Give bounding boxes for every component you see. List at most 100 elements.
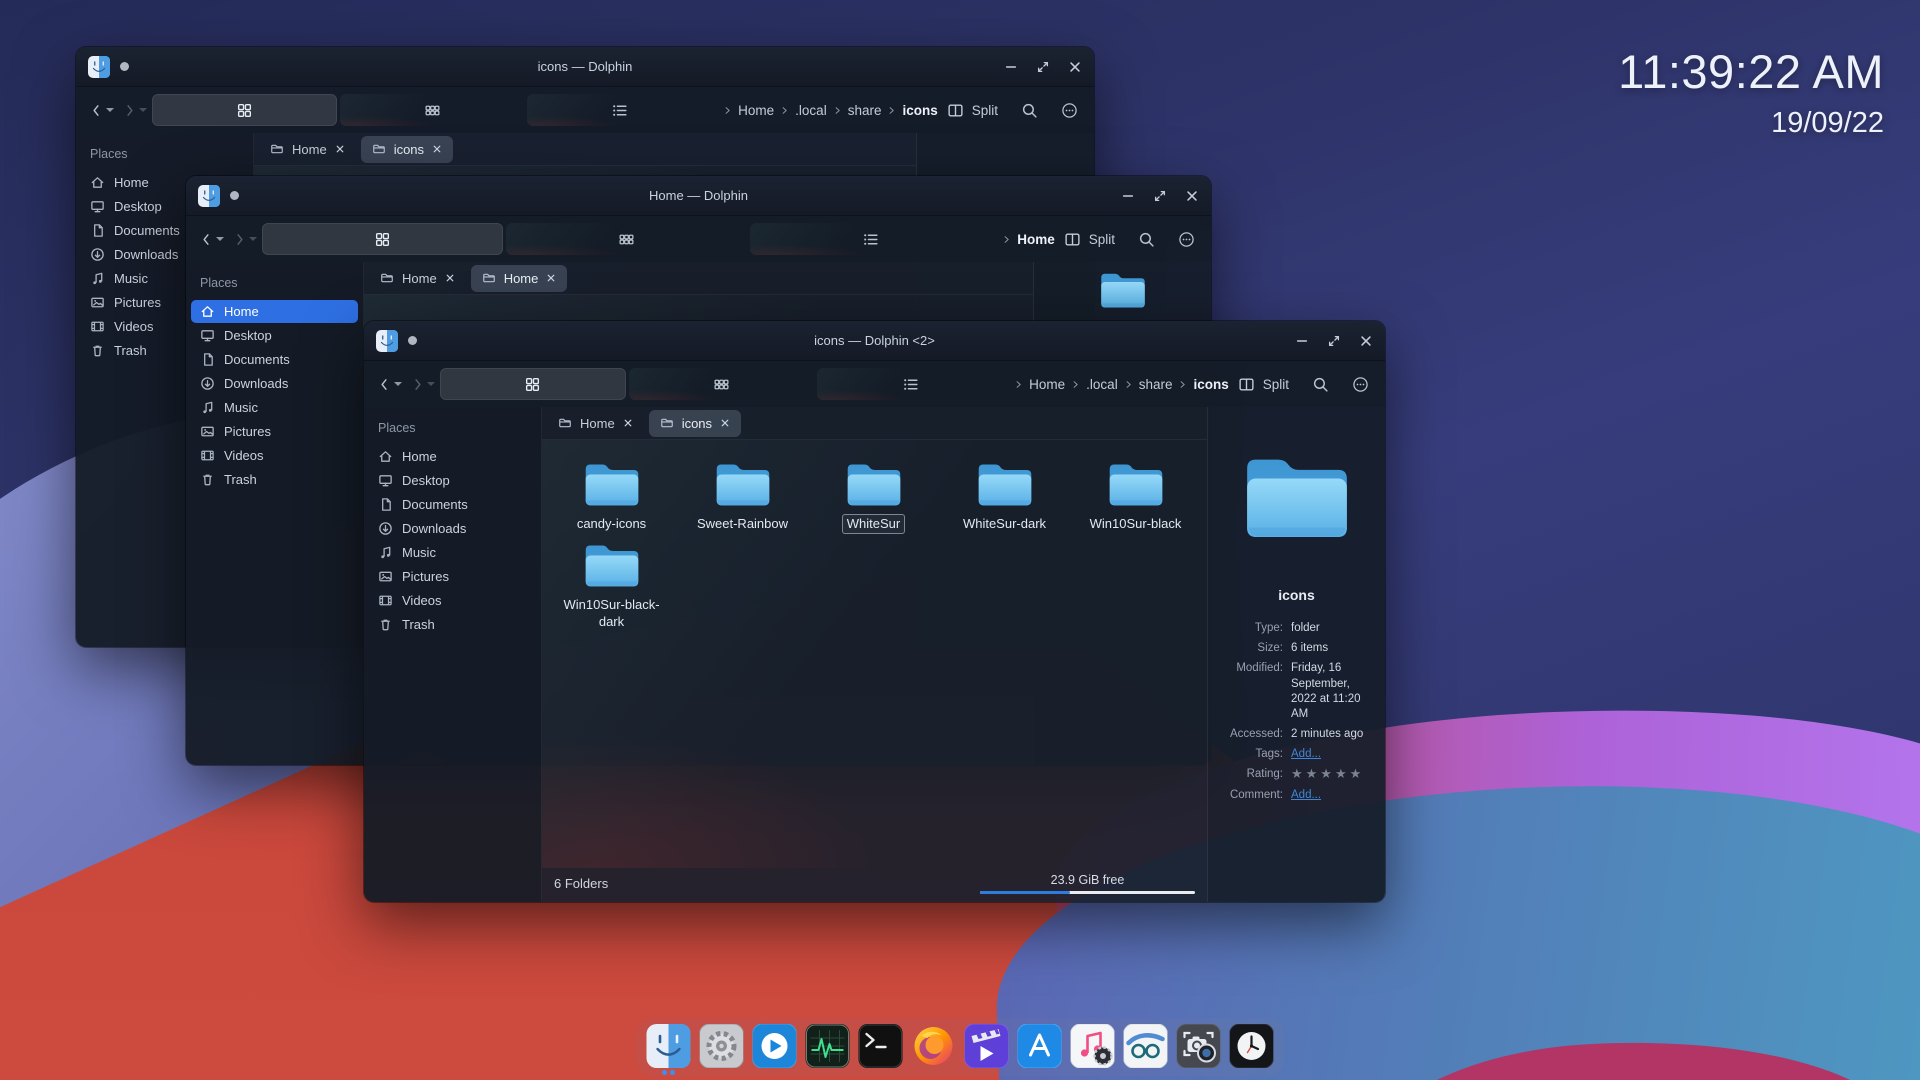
tab-icons[interactable]: icons <box>360 135 454 163</box>
tab-home[interactable]: Home <box>547 410 644 437</box>
dock-app-store-icon[interactable] <box>1017 1024 1062 1068</box>
sidebar-item-music[interactable]: Music <box>369 541 536 564</box>
forward-history-caret[interactable] <box>138 108 147 112</box>
breadcrumb-share[interactable]: share <box>1139 377 1173 392</box>
back-history-caret[interactable] <box>393 382 402 386</box>
tab-close-icon[interactable] <box>546 273 556 283</box>
forward-button[interactable] <box>407 368 437 400</box>
breadcrumb-icons[interactable]: icons <box>1193 377 1228 392</box>
split-button[interactable]: Split <box>1058 223 1121 255</box>
forward-button[interactable] <box>119 94 149 126</box>
icons-view-button[interactable] <box>262 223 504 255</box>
minimize-button[interactable] <box>1004 60 1018 74</box>
dock-system-monitor-icon[interactable] <box>805 1024 850 1068</box>
dock-reader-glasses-app-icon[interactable] <box>1123 1024 1168 1068</box>
minimize-button[interactable] <box>1121 189 1135 203</box>
titlebar[interactable]: icons — Dolphin <box>76 47 1094 87</box>
search-button[interactable] <box>1305 368 1335 400</box>
back-button[interactable] <box>374 368 404 400</box>
dock-media-player-icon[interactable] <box>752 1024 797 1068</box>
hamburger-menu-button[interactable] <box>1345 368 1375 400</box>
breadcrumb-share[interactable]: share <box>848 103 882 118</box>
dock-dolphin-file-manager-icon[interactable] <box>647 1024 691 1075</box>
breadcrumb-local[interactable]: .local <box>1086 377 1118 392</box>
maximize-button[interactable] <box>1153 189 1167 203</box>
sidebar-item-downloads[interactable]: Downloads <box>191 372 358 395</box>
folder-item-candy-icons[interactable]: candy-icons <box>546 460 677 533</box>
tab-icons[interactable]: icons <box>648 409 742 437</box>
dock-video-editor-icon[interactable] <box>964 1024 1009 1068</box>
tab-home[interactable]: Home <box>259 136 356 163</box>
icons-view-button[interactable] <box>152 94 337 126</box>
tab-close-icon[interactable] <box>432 144 442 154</box>
compact-view-button[interactable] <box>339 94 525 126</box>
breadcrumb-home[interactable]: Home <box>738 103 774 118</box>
dock-firefox-icon[interactable] <box>912 1024 956 1068</box>
forward-history-caret[interactable] <box>248 237 257 241</box>
titlebar[interactable]: Home — Dolphin <box>186 176 1211 216</box>
folder-item-whitesur[interactable]: WhiteSur <box>808 460 939 534</box>
tab-close-icon[interactable] <box>720 418 730 428</box>
details-view-button[interactable] <box>750 223 992 255</box>
details-view-button[interactable] <box>527 94 713 126</box>
dock-system-settings-icon[interactable] <box>699 1024 744 1068</box>
dock-screenshot-tool-icon[interactable] <box>1176 1024 1221 1068</box>
back-button[interactable] <box>196 223 226 255</box>
sidebar-item-pictures[interactable]: Pictures <box>369 565 536 588</box>
hamburger-menu-button[interactable] <box>1171 223 1201 255</box>
folder-item-sweet-rainbow[interactable]: Sweet-Rainbow <box>677 460 808 533</box>
back-history-caret[interactable] <box>215 237 224 241</box>
tab-close-icon[interactable] <box>623 418 633 428</box>
back-button[interactable] <box>86 94 116 126</box>
forward-button[interactable] <box>229 223 259 255</box>
split-button[interactable]: Split <box>1232 368 1295 400</box>
maximize-button[interactable] <box>1327 334 1341 348</box>
sidebar-item-music[interactable]: Music <box>191 396 358 419</box>
comment-add-link[interactable]: Add... <box>1291 788 1376 803</box>
sidebar-item-pictures[interactable]: Pictures <box>191 420 358 443</box>
tags-add-link[interactable]: Add... <box>1291 747 1376 762</box>
sidebar-item-documents[interactable]: Documents <box>369 493 536 516</box>
tab-close-icon[interactable] <box>445 273 455 283</box>
breadcrumb-local[interactable]: .local <box>795 103 827 118</box>
sidebar-item-downloads[interactable]: Downloads <box>369 517 536 540</box>
titlebar[interactable]: icons — Dolphin <2> <box>364 321 1385 361</box>
close-button[interactable] <box>1359 334 1373 348</box>
folder-item-win10sur-black-dark[interactable]: Win10Sur-black-dark <box>546 541 677 631</box>
split-button[interactable]: Split <box>941 94 1004 126</box>
maximize-button[interactable] <box>1036 60 1050 74</box>
sidebar-item-documents[interactable]: Documents <box>191 348 358 371</box>
compact-view-button[interactable] <box>628 368 815 400</box>
tab-home[interactable]: Home <box>369 265 466 292</box>
folder-item-win10sur-black[interactable]: Win10Sur-black <box>1070 460 1201 533</box>
tab-home-2[interactable]: Home <box>470 264 568 292</box>
sidebar-item-desktop[interactable]: Desktop <box>191 324 358 347</box>
sidebar-item-home[interactable]: Home <box>369 445 536 468</box>
icons-view-button[interactable] <box>440 368 626 400</box>
dock-clock-app-icon[interactable] <box>1229 1024 1274 1068</box>
compact-view-button[interactable] <box>506 223 748 255</box>
search-button[interactable] <box>1131 223 1161 255</box>
rating-stars[interactable]: ★★★★★ <box>1291 767 1376 782</box>
details-view-button[interactable] <box>817 368 1004 400</box>
folder-view[interactable]: candy-icons Sweet-Rainbow WhiteSur White… <box>542 440 1207 868</box>
sidebar-item-trash[interactable]: Trash <box>191 468 358 491</box>
sidebar-item-videos[interactable]: Videos <box>369 589 536 612</box>
dock-terminal-icon[interactable] <box>858 1024 903 1068</box>
sidebar-item-desktop[interactable]: Desktop <box>369 469 536 492</box>
hamburger-menu-button[interactable] <box>1054 94 1084 126</box>
minimize-button[interactable] <box>1295 334 1309 348</box>
window-dolphin-icons-2[interactable]: icons — Dolphin <2> Home .local share ic… <box>364 321 1385 902</box>
sidebar-item-videos[interactable]: Videos <box>191 444 358 467</box>
close-button[interactable] <box>1185 189 1199 203</box>
forward-history-caret[interactable] <box>426 382 435 386</box>
breadcrumb-home[interactable]: Home <box>1029 377 1065 392</box>
breadcrumb-home[interactable]: Home <box>1017 232 1055 247</box>
back-history-caret[interactable] <box>105 108 114 112</box>
dock-music-icon[interactable] <box>1070 1024 1115 1068</box>
breadcrumb-icons[interactable]: icons <box>902 103 937 118</box>
sidebar-item-home[interactable]: Home <box>191 300 358 323</box>
tab-close-icon[interactable] <box>335 144 345 154</box>
search-button[interactable] <box>1014 94 1044 126</box>
close-button[interactable] <box>1068 60 1082 74</box>
